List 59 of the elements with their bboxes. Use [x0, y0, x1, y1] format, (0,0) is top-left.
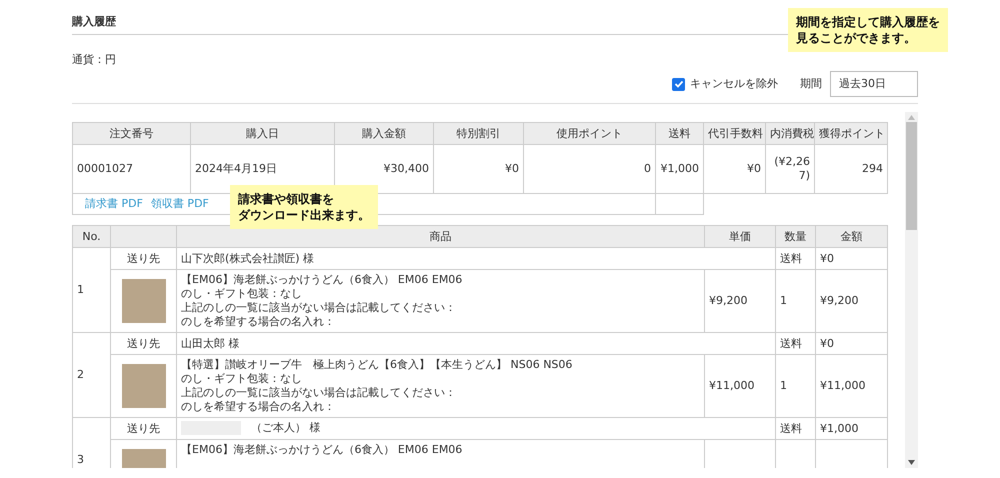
table-cell: 3 — [72, 418, 110, 468]
table-cell: ¥9,200 — [704, 270, 776, 332]
table-cell: ¥11,000 — [704, 354, 776, 418]
column-header: 金額 — [816, 226, 888, 248]
column-header: 商品 — [176, 226, 704, 248]
column-header: 獲得ポイント — [814, 122, 888, 144]
table-cell: 1 — [776, 270, 816, 332]
table-cell: 294 — [814, 144, 888, 194]
table-cell: 1 — [72, 248, 110, 332]
currency-label: 通貨：円 — [72, 53, 117, 67]
column-header: 特別割引 — [434, 122, 524, 144]
photo-placeholder — [122, 364, 166, 408]
column-header: 代引手数料 — [704, 122, 766, 144]
tooltip-note: 期間を指定して購入履歴を 見ることができます。 — [788, 8, 948, 52]
scroll-up-icon[interactable] — [908, 115, 915, 120]
table-cell: ¥0 — [816, 332, 888, 354]
pdf-link[interactable]: 領収書 PDF — [150, 197, 209, 210]
table-cell: ¥0 — [434, 144, 524, 194]
table-cell: ¥11,000 — [816, 354, 888, 418]
column-header: 数量 — [776, 226, 816, 248]
table-cell: 送り先 — [110, 248, 176, 270]
recipient-name: （ご本人） 様 — [251, 422, 320, 434]
table-cell: 送料 — [776, 332, 816, 354]
table-cell: ¥0 — [704, 144, 766, 194]
table-cell: 00001027 — [72, 144, 190, 194]
scroll-down-icon[interactable] — [908, 460, 915, 465]
recipient-name: 山下次郎(株式会社讃匠) 様 — [181, 252, 314, 264]
product-description: 【特選】讃岐オリーブ牛 極上肉うどん【6食入】【本生うどん】 NS06 NS06 のし・ギフト包装：なし 上記のしの一覧に該当がない場合は記載してください： のしを希望する場合の名入れ： — [176, 354, 704, 418]
product-description: 【EM06】海老餅ぶっかけうどん（6食入） EM06 EM06 のし・ギフト包装：なし 上記のしの一覧に該当がない場合は記載してください： のしを希望する場合の名入れ： — [176, 270, 704, 332]
column-header: 使用ポイント — [524, 122, 656, 144]
column-header: 送料 — [656, 122, 704, 144]
period-select[interactable]: 過去30日 — [830, 71, 918, 97]
table-cell: (¥2,267) — [766, 144, 814, 194]
scrollbar-thumb[interactable] — [906, 122, 917, 230]
period-label: 期間 — [800, 77, 822, 91]
checkbox-label: キャンセルを除外 — [690, 77, 778, 91]
table-cell: 送料 — [776, 418, 816, 440]
table-cell: 送料 — [776, 248, 816, 270]
column-header: 購入日 — [190, 122, 334, 144]
checkbox[interactable] — [672, 78, 685, 90]
table-cell: 0 — [524, 144, 656, 194]
tooltip-note: 請求書や領収書を ダウンロード出来ます。 — [230, 185, 378, 229]
column-header: 単価 — [704, 226, 776, 248]
table-cell: 送り先 — [110, 332, 176, 354]
column-header: 注文番号 — [72, 122, 190, 144]
column-header: 購入金額 — [334, 122, 434, 144]
table-cell: ¥1,000 — [656, 144, 704, 194]
pdf-link[interactable]: 請求書 PDF — [85, 197, 143, 210]
photo-placeholder — [122, 279, 166, 323]
table-cell: ¥0 — [816, 248, 888, 270]
table-cell: ¥1,000 — [816, 418, 888, 440]
recipient-name: 山田太郎 様 — [181, 336, 240, 350]
table-cell: 1 — [776, 354, 816, 418]
table-cell: 2 — [72, 332, 110, 418]
scrollbar[interactable] — [905, 112, 918, 468]
column-header: 内消費税 — [766, 122, 814, 144]
table-cell: 送り先 — [110, 418, 176, 440]
column-header: No. — [72, 226, 110, 248]
table-cell: ¥9,200 — [816, 270, 888, 332]
